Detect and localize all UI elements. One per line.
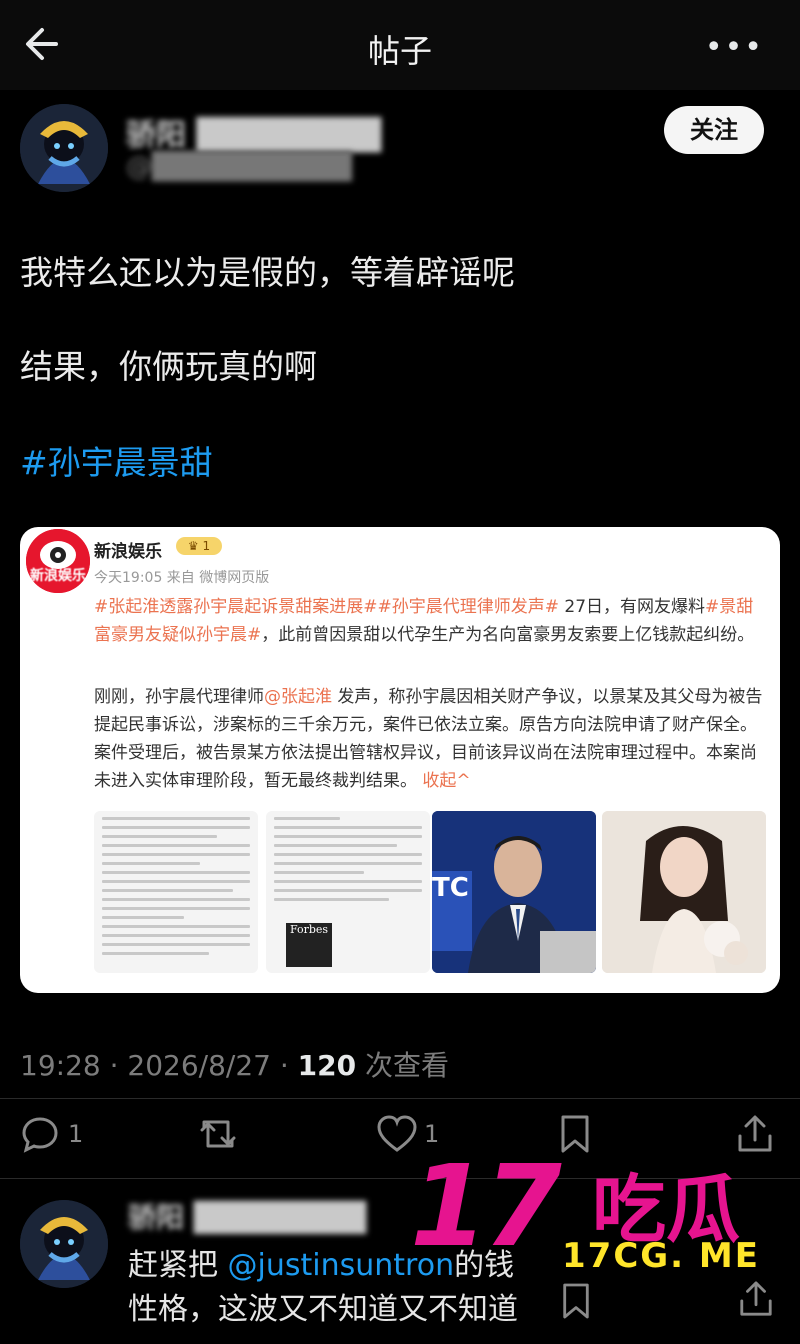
reply-text-line-2: 性格，这波又不知道又不知道	[128, 1292, 518, 1327]
post-timestamp: 19:28 · 2026/8/27 ·	[20, 1049, 298, 1082]
post-text-line-2: 结果，你俩玩真的啊	[20, 347, 317, 386]
card-para1-tail: ，此前曾因景甜以代孕生产为名向富豪男友索要上亿钱款起纠纷。	[261, 625, 755, 645]
vip-badge-icon: ♛ 1	[176, 537, 222, 555]
reply-prefix: 赶紧把	[128, 1248, 228, 1283]
author-handle: @██████████	[126, 152, 352, 182]
follow-button[interactable]: 关注	[664, 106, 764, 154]
source-account-name: 新浪娱乐	[94, 542, 162, 562]
page-title: 帖子	[367, 32, 432, 70]
reply-avatar[interactable]	[20, 1200, 108, 1288]
post-text-line-1: 我特么还以为是假的，等着辟谣呢	[20, 253, 515, 292]
share-icon[interactable]	[736, 1114, 774, 1154]
watermark-url: 17CG. ME	[562, 1236, 760, 1276]
tc-label: TC	[432, 873, 469, 903]
more-options-icon[interactable]: •••	[705, 30, 764, 65]
source-meta: 今天19:05 来自 微博网页版	[94, 570, 270, 586]
top-bar: 帖子 •••	[0, 0, 800, 90]
logo-text: 新浪娱乐	[30, 568, 86, 584]
card-collapse-link: 收起^	[422, 771, 471, 791]
card-para2-head: 刚刚，孙宇晨代理律师	[94, 687, 264, 707]
embedded-image-card[interactable]: 新浪娱乐 新浪娱乐 ♛ 1 今天19:05 来自 微博网页版 #张起淮透露孙宇晨…	[20, 527, 780, 993]
post-stats: 19:28 · 2026/8/27 · 120 次查看	[20, 1044, 449, 1084]
thumbnail-document-1	[94, 811, 258, 973]
bookmark-icon[interactable]	[558, 1114, 592, 1154]
reply-share-icon[interactable]	[738, 1280, 774, 1322]
card-para1-text: 27日，有网友爆料	[558, 597, 706, 617]
forbes-cover-label: Forbes	[286, 923, 332, 967]
reply-action[interactable]: 1	[20, 1114, 83, 1158]
thumbnail-document-2: Forbes	[266, 811, 430, 973]
card-paragraph-1: #张起淮透露孙宇晨起诉景甜案进展##孙宇晨代理律师发声# 27日，有网友爆料#景…	[94, 593, 764, 649]
vip-badge-level: 1	[202, 539, 211, 553]
view-count-label: 次查看	[356, 1049, 450, 1082]
card-tags: #张起淮透露孙宇晨起诉景甜案进展##孙宇晨代理律师发声#	[94, 597, 559, 617]
card-paragraph-2: 刚刚，孙宇晨代理律师@张起淮 发声，称孙宇晨因相关财产争议，以景某及其父母为被告…	[94, 683, 764, 795]
repost-action[interactable]	[196, 1114, 240, 1158]
repost-icon[interactable]	[196, 1114, 240, 1154]
reply-count: 1	[68, 1120, 84, 1148]
author-avatar[interactable]	[20, 104, 108, 192]
share-action[interactable]	[736, 1114, 774, 1158]
reply-icon[interactable]	[20, 1114, 60, 1154]
view-count: 120	[297, 1049, 357, 1082]
thumbnail-photo-woman	[602, 811, 766, 973]
author-name[interactable]: 骄阳 ████████	[126, 110, 381, 154]
thumbnail-photo-man: TC	[432, 811, 596, 973]
bookmark-action[interactable]	[558, 1114, 592, 1158]
reply-bookmark-icon[interactable]	[560, 1282, 592, 1324]
reply-author-name[interactable]: 骄阳 ████████	[128, 1196, 366, 1236]
post-hashtag-link[interactable]: #孙宇晨景甜	[20, 436, 213, 484]
divider	[0, 1098, 800, 1099]
watermark-number: 17	[410, 1142, 562, 1272]
card-mention: @张起淮	[264, 687, 332, 707]
